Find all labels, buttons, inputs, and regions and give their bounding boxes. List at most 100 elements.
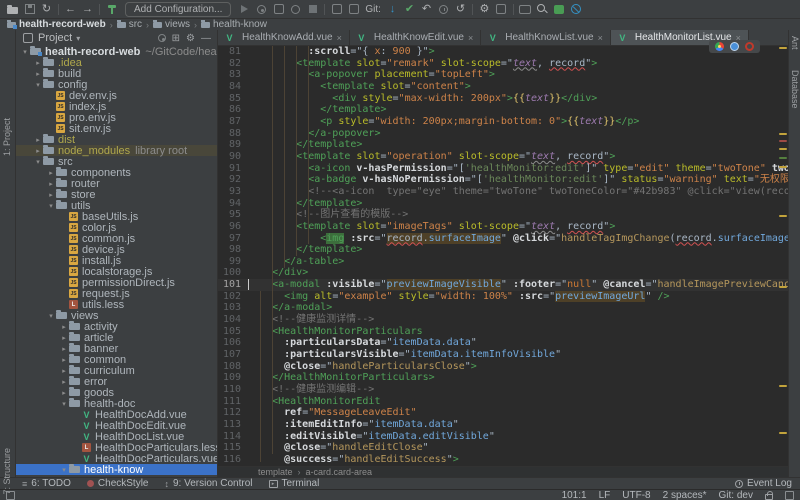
- tab-HealthKnowList.vue[interactable]: VHealthKnowList.vue×: [481, 30, 611, 45]
- tree-item-curriculum[interactable]: ▸curriculum: [16, 365, 217, 376]
- code-line-103[interactable]: 103 </a-modal>: [218, 302, 788, 314]
- error-stripe-mark[interactable]: [779, 140, 787, 142]
- tab-HealthKnowEdit.vue[interactable]: VHealthKnowEdit.vue×: [350, 30, 481, 45]
- code-line-107[interactable]: 107 :particularsVisible="itemData.itemIn…: [218, 349, 788, 361]
- tool-stripe-database[interactable]: Database: [790, 70, 800, 109]
- sync-icon[interactable]: ↻: [38, 2, 55, 17]
- chevron-down-icon[interactable]: ▾: [33, 81, 43, 89]
- chevron-right-icon[interactable]: ▸: [33, 59, 43, 67]
- save-icon[interactable]: [21, 2, 38, 17]
- safari-icon[interactable]: [730, 42, 739, 51]
- tree-item-router[interactable]: ▸router: [16, 178, 217, 189]
- code-line-114[interactable]: 114 :editVisible="itemData.editVisible": [218, 431, 788, 443]
- code-line-99[interactable]: 99 </a-table>: [218, 256, 788, 268]
- git-rollback-icon[interactable]: ↶: [418, 2, 435, 17]
- code-line-93[interactable]: 93 <!--<a-icon type="eye" theme="twoTone…: [218, 186, 788, 198]
- chevron-right-icon[interactable]: ▸: [59, 345, 69, 353]
- tree-item-HealthDocParticulars.less[interactable]: LHealthDocParticulars.less: [16, 442, 217, 453]
- opera-icon[interactable]: [745, 42, 754, 51]
- code-line-82[interactable]: 82 <template slot="remark" slot-scope="t…: [218, 58, 788, 70]
- code-line-89[interactable]: 89 </template>: [218, 139, 788, 151]
- collapse-all-icon[interactable]: ⊞: [172, 33, 180, 44]
- tree-item-config[interactable]: ▾config: [16, 79, 217, 90]
- tree-item-pro.env.js[interactable]: JSpro.env.js: [16, 112, 217, 123]
- tree-item-utils.less[interactable]: Lutils.less: [16, 299, 217, 310]
- chevron-down-icon[interactable]: ▾: [20, 48, 30, 56]
- tree-item-article[interactable]: ▸article: [16, 332, 217, 343]
- tab-HealthKnowAdd.vue[interactable]: VHealthKnowAdd.vue×: [218, 30, 350, 45]
- forward-icon[interactable]: →: [79, 2, 96, 17]
- indicator-icon[interactable]: [785, 491, 794, 500]
- code-line-98[interactable]: 98 </template>: [218, 244, 788, 256]
- locate-file-icon[interactable]: [158, 34, 166, 42]
- attach-icon[interactable]: [328, 2, 345, 17]
- toolwindow-button-event-log[interactable]: Event Log: [735, 478, 792, 489]
- close-icon[interactable]: ×: [337, 33, 342, 43]
- tree-item-health-record-web[interactable]: ▾health-record-web~/GitCode/health-recor…: [16, 46, 217, 57]
- back-icon[interactable]: ←: [62, 2, 79, 17]
- code-line-94[interactable]: 94 </template>: [218, 198, 788, 210]
- code-line-88[interactable]: 88 </a-popover>: [218, 128, 788, 140]
- tree-item-localstorage.js[interactable]: JSlocalstorage.js: [16, 266, 217, 277]
- code-line-97[interactable]: 97 <img :src="record.surfaceImage" @clic…: [218, 233, 788, 245]
- tree-item-node_modules[interactable]: ▸node_moduleslibrary root: [16, 145, 217, 156]
- run-icon[interactable]: [236, 2, 253, 17]
- tree-item-goods[interactable]: ▸goods: [16, 387, 217, 398]
- status-item-2 spaces*[interactable]: 2 spaces*: [663, 490, 707, 500]
- breadcrumb-item[interactable]: health-know: [201, 19, 267, 30]
- chevron-right-icon[interactable]: ▸: [46, 169, 56, 177]
- code-line-109[interactable]: 109 </HealthMonitorParticulars>: [218, 372, 788, 384]
- code-line-87[interactable]: 87 <p style="width: 200px;margin-bottom:…: [218, 116, 788, 128]
- status-item-Git: dev[interactable]: Git: dev: [719, 490, 753, 500]
- tree-item-device.js[interactable]: JSdevice.js: [16, 244, 217, 255]
- code-line-101[interactable]: 101 <a-modal :visible="previewImageVisib…: [218, 279, 788, 291]
- code-line-90[interactable]: 90 <template slot="operation" slot-scope…: [218, 151, 788, 163]
- breadcrumb-item[interactable]: health-record-web: [7, 19, 106, 30]
- tree-item-common[interactable]: ▸common: [16, 354, 217, 365]
- wrench-icon[interactable]: ⚙: [476, 2, 493, 17]
- error-stripe-mark[interactable]: [779, 286, 787, 288]
- chrome-icon[interactable]: [715, 42, 724, 51]
- tree-item-dev.env.js[interactable]: JSdev.env.js: [16, 90, 217, 101]
- breadcrumb-item[interactable]: src: [117, 19, 142, 30]
- undo-icon[interactable]: ↺: [452, 2, 469, 17]
- unlocked-icon[interactable]: [765, 494, 773, 500]
- chevron-right-icon[interactable]: ▸: [59, 356, 69, 364]
- code-line-102[interactable]: 102 <img alt="example" style="width: 100…: [218, 291, 788, 303]
- code-line-91[interactable]: 91 <a-icon v-hasPermission="['healthMoni…: [218, 163, 788, 175]
- code-line-84[interactable]: 84 <template slot="content">: [218, 81, 788, 93]
- code-line-81[interactable]: 81 :scroll="{ x: 900 }">: [218, 46, 788, 58]
- code-area[interactable]: 81 :scroll="{ x: 900 }">82 <template slo…: [218, 46, 788, 466]
- tree-item-error[interactable]: ▸error: [16, 376, 217, 387]
- status-item-UTF-8[interactable]: UTF-8: [622, 490, 650, 500]
- run-configuration-select[interactable]: Add Configuration...: [125, 2, 231, 17]
- toolwindow-button-CheckStyle[interactable]: CheckStyle: [87, 478, 149, 489]
- tree-item-views[interactable]: ▾views: [16, 310, 217, 321]
- code-line-112[interactable]: 112 ref="MessageLeaveEdit": [218, 407, 788, 419]
- tree-item-color.js[interactable]: JScolor.js: [16, 222, 217, 233]
- chevron-right-icon[interactable]: ▸: [59, 334, 69, 342]
- coverage-icon[interactable]: [270, 2, 287, 17]
- chevron-down-icon[interactable]: ▾: [59, 400, 69, 408]
- tool-stripe-structure[interactable]: 7: Structure: [2, 448, 12, 495]
- chevron-right-icon[interactable]: ▸: [46, 180, 56, 188]
- code-line-108[interactable]: 108 @close="handleParticularsClose">: [218, 361, 788, 373]
- code-line-92[interactable]: 92 <a-badge v-hasNoPermission="['healthM…: [218, 174, 788, 186]
- terminal-window-icon[interactable]: [517, 2, 534, 17]
- code-line-113[interactable]: 113 :itemEditInfo="itemData.data": [218, 419, 788, 431]
- chevron-down-icon[interactable]: ▾: [33, 158, 43, 166]
- code-line-95[interactable]: 95 <!--图片查看的模版-->: [218, 209, 788, 221]
- ban-icon[interactable]: [568, 2, 585, 17]
- code-line-105[interactable]: 105 <HealthMonitorParticulars: [218, 326, 788, 338]
- tree-item-utils[interactable]: ▾utils: [16, 200, 217, 211]
- toolwindow-button-Terminal[interactable]: ▸Terminal: [269, 478, 320, 489]
- code-line-116[interactable]: 116 @success="handleEditSuccess">: [218, 454, 788, 466]
- error-stripe-mark[interactable]: [779, 148, 787, 150]
- tree-item-index.js[interactable]: JSindex.js: [16, 101, 217, 112]
- tree-item-health-know[interactable]: ▾health-know: [16, 464, 217, 475]
- chevron-down-icon[interactable]: ▾: [59, 466, 69, 474]
- hide-panel-icon[interactable]: —: [201, 33, 211, 44]
- code-line-115[interactable]: 115 @close="handleEditClose": [218, 442, 788, 454]
- profiler-icon[interactable]: [287, 2, 304, 17]
- close-icon[interactable]: ×: [598, 33, 603, 43]
